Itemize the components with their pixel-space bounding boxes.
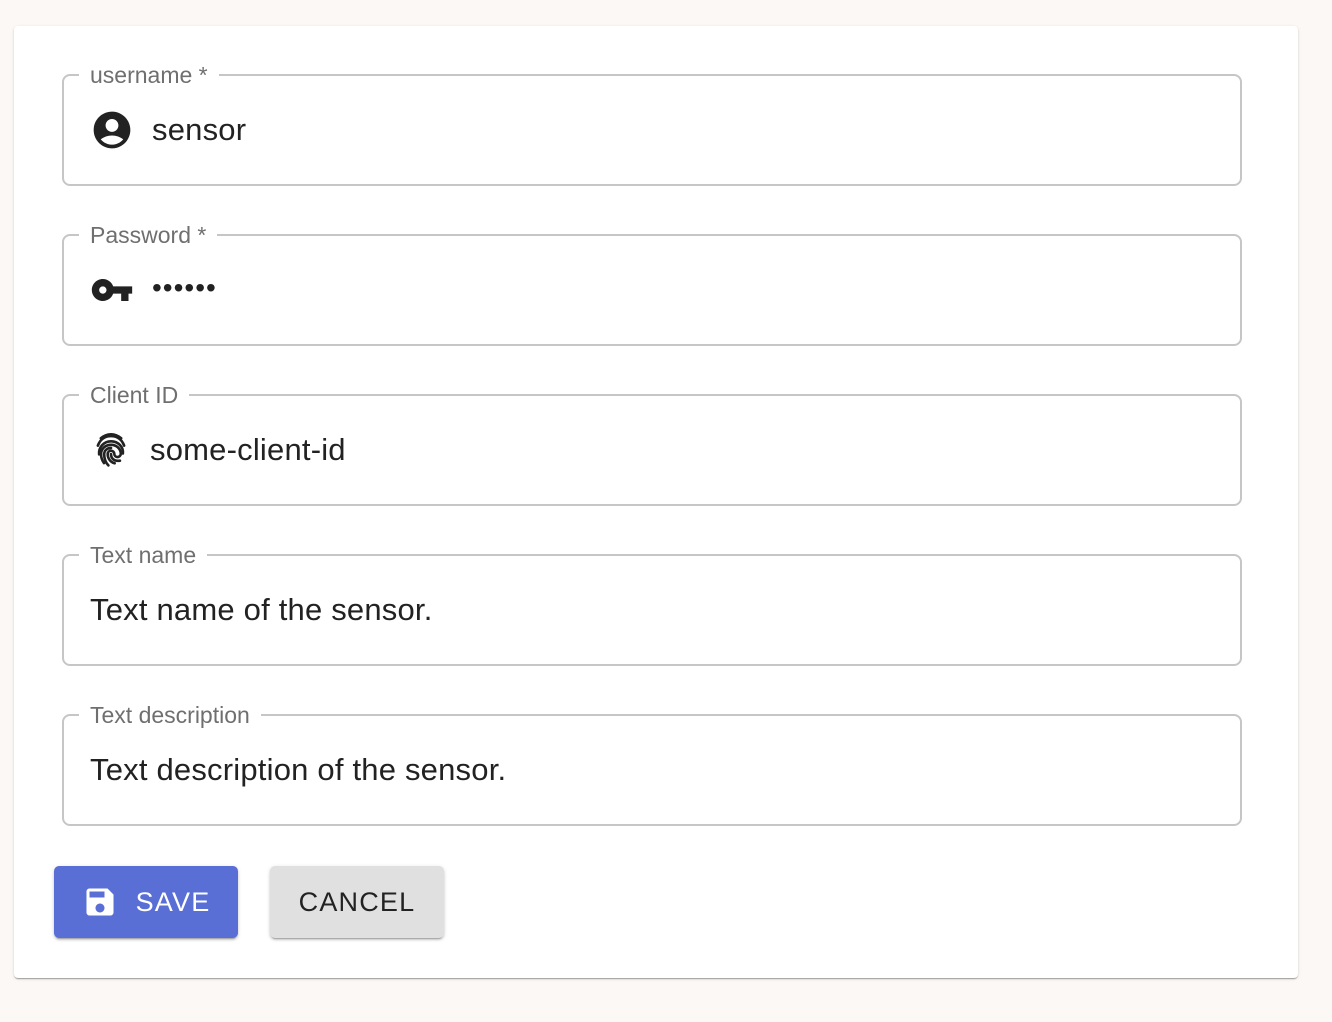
fingerprint-icon [90, 428, 132, 472]
text-description-field[interactable]: Text description Text description of the… [62, 704, 1242, 826]
text-name-input[interactable]: Text name of the sensor. [90, 592, 1214, 628]
form-card: username * sensor Password * •••••• Clie… [14, 26, 1298, 978]
client-id-input[interactable]: some-client-id [150, 432, 1214, 468]
floppy-disk-icon [82, 884, 118, 920]
username-input[interactable]: sensor [152, 112, 1214, 148]
text-name-field[interactable]: Text name Text name of the sensor. [62, 544, 1242, 666]
account-circle-icon [90, 108, 134, 152]
cancel-button-label: CANCEL [298, 886, 416, 917]
username-field[interactable]: username * sensor [62, 64, 1242, 186]
text-description-input[interactable]: Text description of the sensor. [90, 752, 1214, 788]
save-button-label: SAVE [135, 886, 211, 917]
password-input[interactable]: •••••• [152, 272, 1214, 304]
key-icon [90, 268, 134, 312]
client-id-field[interactable]: Client ID some-client-id [62, 384, 1242, 506]
password-field[interactable]: Password * •••••• [62, 224, 1242, 346]
save-button[interactable]: SAVE [54, 866, 238, 938]
cancel-button[interactable]: CANCEL [270, 866, 444, 938]
